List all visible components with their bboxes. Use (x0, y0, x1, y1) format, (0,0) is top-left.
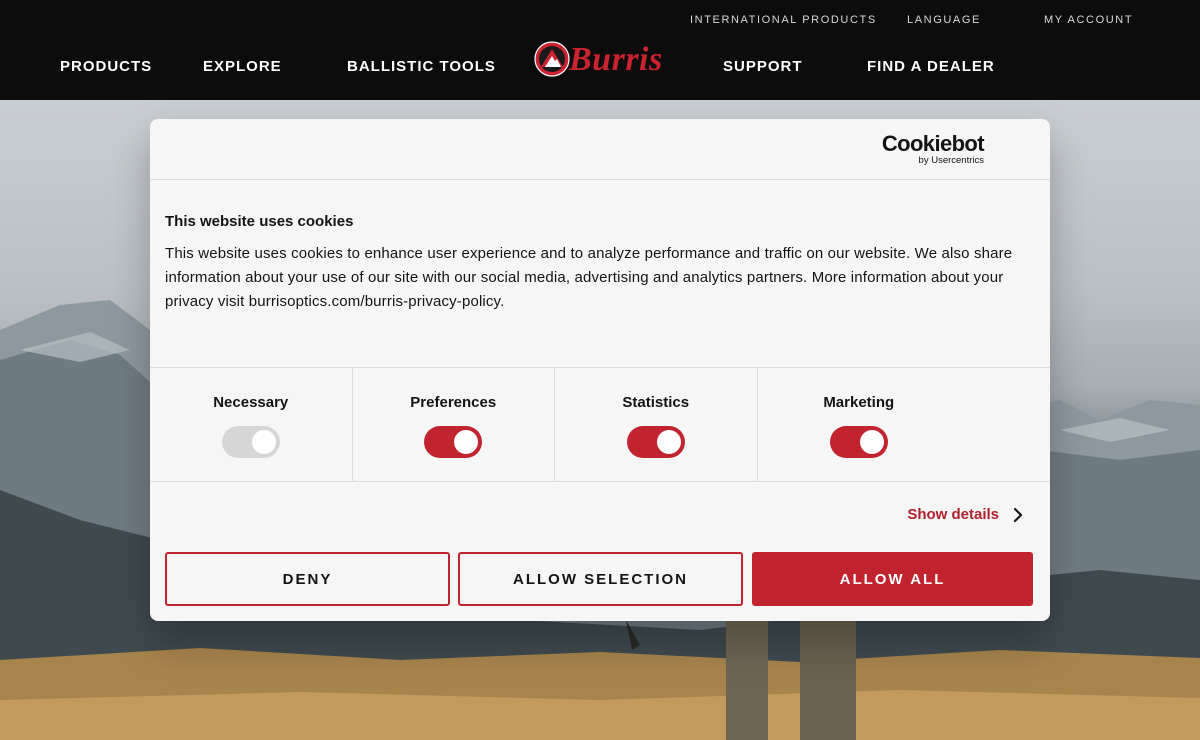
details-row: Show details (150, 482, 1050, 542)
category-statistics: Statistics (555, 368, 758, 481)
toggle-knob (454, 430, 479, 454)
chevron-right-icon (1013, 507, 1023, 522)
preferences-toggle[interactable] (424, 426, 483, 458)
burris-logo-text: Burris (569, 41, 663, 78)
allow-all-button[interactable]: ALLOW ALL (752, 552, 1033, 606)
nav-products[interactable]: PRODUCTS (60, 58, 152, 75)
burris-logo-icon (534, 41, 570, 77)
cookiebot-logo-subtext: by Usercentrics (918, 155, 984, 166)
toggle-knob (251, 430, 276, 454)
nav-find-a-dealer[interactable]: FIND A DEALER (867, 58, 995, 75)
show-details-label: Show details (907, 506, 999, 523)
cookiebot-logo[interactable]: Cookiebot by Usercentrics (881, 131, 985, 166)
category-marketing: Marketing (758, 368, 961, 481)
nav-explore[interactable]: EXPLORE (203, 58, 282, 75)
necessary-toggle[interactable] (221, 426, 280, 458)
toggle-knob (859, 430, 884, 454)
dialog-title: This website uses cookies (165, 213, 354, 230)
show-details-link[interactable]: Show details (907, 506, 1023, 523)
cookie-consent-dialog: Cookiebot by Usercentrics This website u… (150, 119, 1050, 621)
dialog-actions: DENY ALLOW SELECTION ALLOW ALL (165, 552, 1035, 606)
dialog-body: This website uses cookies This website u… (150, 180, 1050, 368)
my-account-link[interactable]: MY ACCOUNT (1044, 14, 1133, 26)
allow-selection-button[interactable]: ALLOW SELECTION (458, 552, 743, 606)
toggle-knob (656, 430, 681, 454)
marketing-toggle[interactable] (829, 426, 888, 458)
category-label: Statistics (622, 394, 690, 411)
dialog-header: Cookiebot by Usercentrics (150, 119, 1050, 180)
category-label: Preferences (410, 394, 497, 411)
nav-support[interactable]: SUPPORT (723, 58, 803, 75)
category-necessary: Necessary (150, 368, 353, 481)
site-header: INTERNATIONAL PRODUCTS LANGUAGE MY ACCOU… (0, 0, 1200, 100)
cookiebot-logo-text: Cookiebot (881, 131, 985, 156)
statistics-toggle[interactable] (626, 426, 685, 458)
deny-button[interactable]: DENY (165, 552, 450, 606)
burris-logo[interactable]: Burris (533, 40, 693, 80)
category-preferences: Preferences (353, 368, 555, 481)
nav-ballistic-tools[interactable]: BALLISTIC TOOLS (347, 58, 496, 75)
dialog-description: This website uses cookies to enhance use… (165, 245, 1013, 310)
language-link[interactable]: LANGUAGE (907, 14, 981, 26)
consent-categories: Necessary Preferences Statistics Marketi… (150, 368, 1050, 482)
category-label: Marketing (823, 394, 895, 411)
international-products-link[interactable]: INTERNATIONAL PRODUCTS (690, 14, 877, 26)
category-label: Necessary (213, 394, 289, 411)
